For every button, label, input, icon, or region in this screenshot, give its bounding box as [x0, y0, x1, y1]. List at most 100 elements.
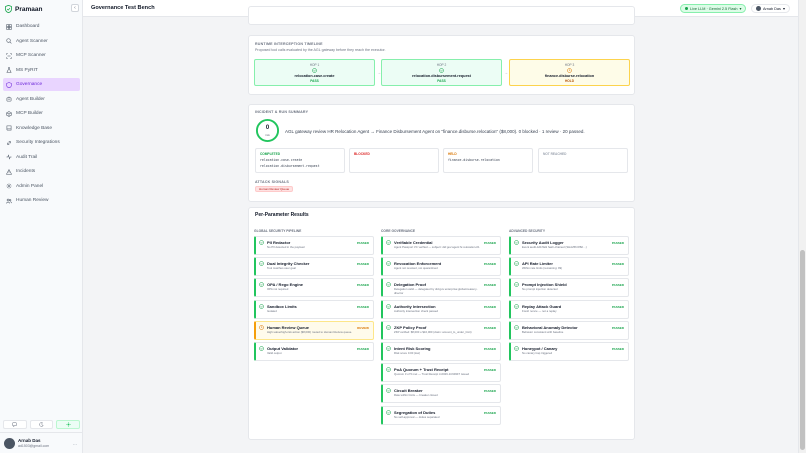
check-status-badge: PASSED	[483, 368, 496, 373]
check-row[interactable]: Authority Intersection Authority intersec…	[381, 299, 501, 319]
collapse-sidebar-button[interactable]: ‹	[71, 4, 79, 12]
check-circle-icon	[386, 325, 391, 330]
sidebar-item-knowledge-base[interactable]: Knowledge Base	[3, 122, 80, 135]
check-row[interactable]: OPA / Rego Engine OPA not required PASSED	[254, 278, 374, 298]
check-name: PII Redactor	[267, 240, 291, 245]
pramaan-logo-icon	[5, 5, 12, 13]
check-row[interactable]: Verifiable Credential Agent Passport VC v…	[381, 236, 501, 255]
sidebar-item-agent-scanner[interactable]: Agent Scanner	[3, 35, 80, 48]
status-button[interactable]	[56, 420, 81, 429]
sidebar-item-label: Governance	[16, 82, 43, 87]
avatar	[4, 437, 15, 449]
user-card[interactable]: Arnab Das ad1503@gmail.com ...	[0, 432, 83, 453]
check-row[interactable]: Honeypot / Canary No canary trap triggere…	[509, 342, 629, 361]
hop-label: HOP 2	[436, 63, 447, 67]
check-row[interactable]: Prompt Injection Shield No prompt injecti…	[509, 278, 629, 298]
stat-title: HELD	[448, 152, 457, 156]
check-status-badge: PASSED	[356, 262, 369, 267]
check-row[interactable]: ZKP Policy Proof ZKP verified: $8,000 ≤ $…	[381, 320, 501, 340]
clock-icon	[567, 68, 572, 73]
check-name: Honeypot / Canary	[522, 346, 558, 351]
sidebar-item-mcp-scanner[interactable]: MCP Scanner	[3, 49, 80, 62]
check-detail: Event audit-4d1f3a9 hash-chained (SHA256…	[522, 246, 587, 249]
sidebar-item-mcp-builder[interactable]: MCP Builder	[3, 107, 80, 120]
check-row[interactable]: PoA Quorum + Trust Receipt Quorum 3 of 5 …	[381, 363, 501, 383]
hop-status: HOLD	[564, 79, 575, 83]
check-row[interactable]: Intent Risk Scoring Risk score 0.00 (low)…	[381, 342, 501, 361]
chat-icon	[12, 422, 18, 427]
sidebar-item-agent-builder[interactable]: Agent Builder	[3, 93, 80, 106]
check-circle-icon	[259, 282, 264, 288]
check-row[interactable]: Replay Attack Guard Fresh nonce — not a r…	[509, 299, 629, 319]
more-icon[interactable]: ...	[73, 441, 77, 447]
check-row[interactable]: Security Audit Logger Event audit-4d1f3a9…	[509, 236, 629, 255]
check-row[interactable]: Revocation Enforcement Agent not revoked,…	[381, 257, 501, 277]
timeline-title: RUNTIME INTERCEPTION TIMELINE	[255, 42, 323, 46]
check-status-badge: PASSED	[483, 347, 496, 351]
check-name: Authority Intersection	[394, 303, 436, 309]
check-row[interactable]: PII Redactor No PII detected in the paylo…	[254, 236, 374, 255]
check-circle-icon	[514, 282, 519, 288]
hop-tool: finance.disburse.relocation	[544, 74, 595, 78]
check-circle-icon	[386, 409, 391, 415]
check-detail: Agent not revoked, not quarantined	[394, 267, 438, 271]
check-circle-icon	[386, 303, 391, 309]
stat-line: relocation.case.create	[260, 158, 303, 162]
check-row[interactable]: Segregation of Duties No self-approval — …	[381, 405, 501, 425]
live-dot-icon	[685, 7, 688, 10]
check-name: ZKP Policy Proof	[394, 324, 427, 330]
check-circle-icon	[259, 261, 264, 266]
link-icon	[7, 140, 11, 145]
dashboard-icon	[6, 23, 12, 30]
sidebar-item-admin-panel[interactable]: Admin Panel	[3, 180, 80, 193]
sidebar-item-ms-pyrit[interactable]: MS PyRIT	[3, 64, 80, 77]
llm-status-pill[interactable]: Live LLM · Gemini 2.5 Flash ▾	[680, 4, 747, 13]
feedback-button[interactable]	[3, 420, 27, 429]
check-status-badge: PASSED	[356, 304, 369, 309]
check-circle-icon	[386, 388, 391, 394]
risk-score-value: 0	[265, 125, 270, 131]
check-detail: No prompt injection detected	[522, 288, 558, 292]
check-row[interactable]: Behavioral Anomaly Detector Behavior cons…	[509, 320, 629, 340]
user-menu[interactable]: Arnab Das ▾	[751, 4, 790, 13]
check-detail: Risk score 0.00 (low)	[394, 352, 421, 355]
sidebar-item-dashboard[interactable]: Dashboard	[3, 20, 80, 33]
check-row[interactable]: Circuit Breaker Rate within limits — brea…	[381, 384, 501, 404]
hop-label: HOP 1	[309, 63, 320, 67]
check-status-badge: PASSED	[356, 283, 369, 288]
attack-signal-chip[interactable]: Human Review Queue	[255, 186, 294, 192]
check-circle-icon	[439, 68, 444, 73]
scrollbar-thumb[interactable]	[800, 250, 805, 450]
check-status-badge: PASSED	[483, 262, 496, 267]
sidebar-item-governance[interactable]: Governance	[3, 78, 80, 91]
check-circle-icon	[514, 346, 519, 351]
chevron-left-icon: ‹	[74, 5, 76, 11]
page-scrollbar[interactable]	[798, 0, 806, 453]
check-row[interactable]: Delegation Proof Delegation valid — deleg…	[381, 278, 501, 298]
sidebar-item-audit-trail[interactable]: Audit Trail	[3, 151, 80, 164]
sidebar-item-security-integrations[interactable]: Security Integrations	[3, 136, 80, 149]
sidebar-item-label: MCP Builder	[16, 111, 43, 116]
sidebar-item-label: Admin Panel	[16, 183, 44, 189]
brand[interactable]: Pramaan	[5, 4, 42, 14]
timeline-hop[interactable]: HOP 2 relocation.disbursement.request PASS	[381, 59, 502, 86]
user-email: ad1503@gmail.com	[18, 444, 50, 448]
scan-icon	[6, 52, 12, 59]
chevron-down-icon: ▾	[782, 7, 785, 11]
sidebar-item-human-review[interactable]: Human Review	[3, 194, 80, 207]
check-row[interactable]: Dual Integrity Checker Tool matches user …	[254, 257, 374, 277]
check-row[interactable]: API Rate Limiter Within rate limits (rema…	[509, 257, 629, 277]
theme-toggle-button[interactable]	[29, 420, 54, 429]
check-name: Human Review Queue	[267, 324, 310, 330]
timeline-hop[interactable]: HOP 3 finance.disburse.relocation HOLD	[509, 59, 630, 86]
check-row[interactable]: Sandbox Limits Isolated PASSED	[254, 299, 374, 319]
check-detail: Valid output	[267, 352, 282, 355]
check-row[interactable]: Human Review Queue High-value/high-risk a…	[254, 320, 374, 340]
check-circle-icon	[514, 261, 519, 266]
check-name: Verifiable Credential	[394, 240, 433, 245]
sidebar-nav: Dashboard Agent Scanner MCP Scanner MS PyRI…	[3, 20, 80, 209]
sidebar-item-incidents[interactable]: Incidents	[3, 165, 80, 178]
check-row[interactable]: Output Validator Valid output PASSED	[254, 342, 374, 361]
stat-line: relocation.disbursement.request	[260, 164, 320, 168]
timeline-hop[interactable]: HOP 1 relocation.case.create PASS	[254, 59, 375, 86]
